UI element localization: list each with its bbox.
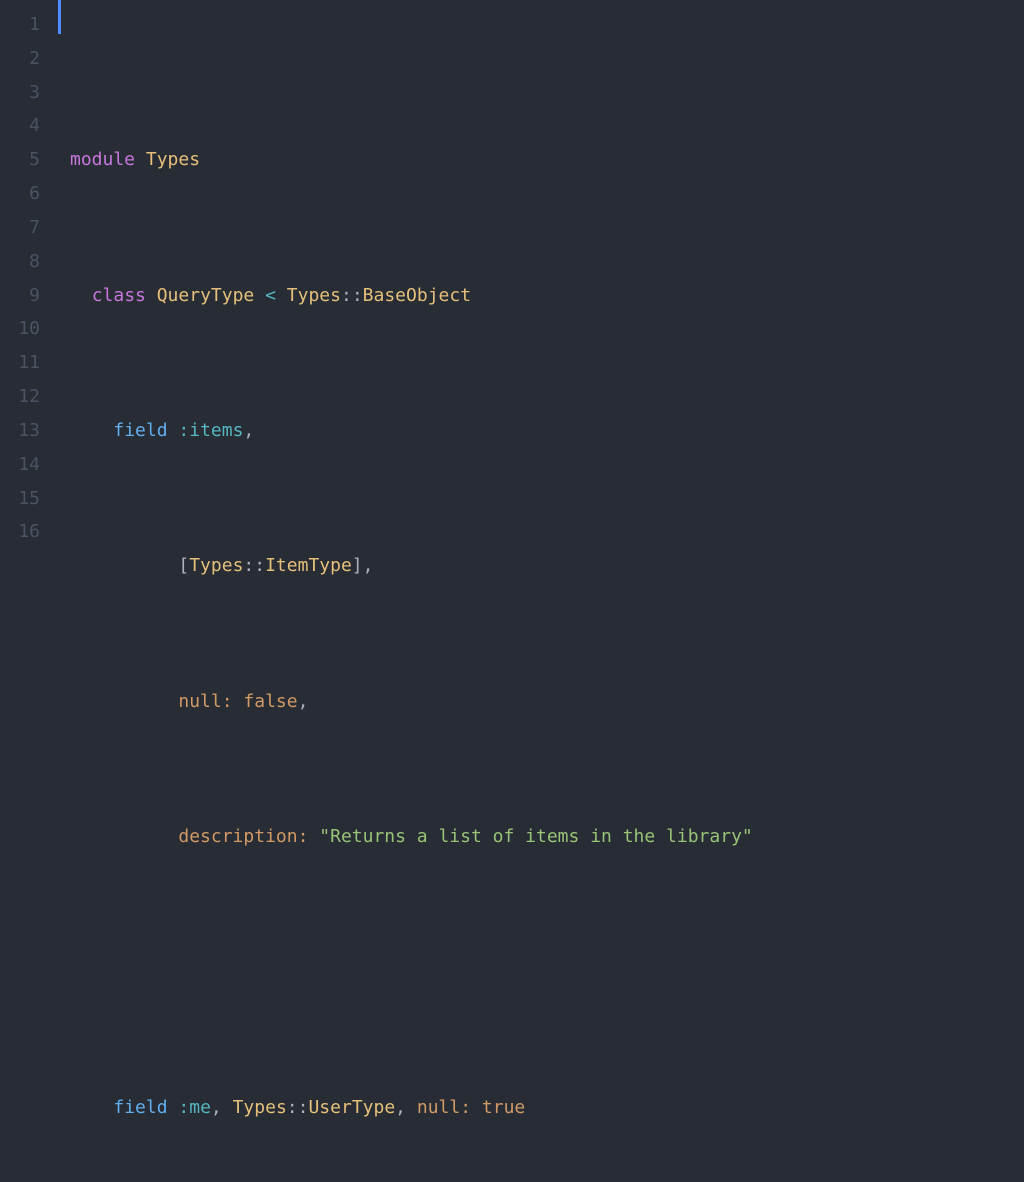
line-number: 5 (0, 143, 40, 177)
line-number: 2 (0, 42, 40, 76)
method-call: field (113, 420, 167, 441)
code-line[interactable]: class QueryType < Types::BaseObject (70, 279, 1024, 313)
argument-label: null: (178, 691, 232, 712)
code-line[interactable]: description: "Returns a list of items in… (70, 820, 1024, 854)
line-number: 10 (0, 312, 40, 346)
symbol: :items (178, 420, 243, 441)
punct: ] (352, 555, 363, 576)
method-call: field (113, 1097, 167, 1118)
constant: Types (189, 555, 243, 576)
argument-label: null: (417, 1097, 471, 1118)
constant: QueryType (157, 285, 255, 306)
punct: [ (178, 555, 189, 576)
punct: , (243, 420, 254, 441)
constant: Types (233, 1097, 287, 1118)
punct: , (395, 1097, 406, 1118)
punct: :: (243, 555, 265, 576)
code-line[interactable]: module Types (70, 143, 1024, 177)
code-line[interactable]: field :me, Types::UserType, null: true (70, 1091, 1024, 1125)
line-number-gutter: 1 2 3 4 5 6 7 8 9 10 11 12 13 14 15 16 (0, 0, 58, 591)
string: "Returns a list of items in the library" (319, 826, 752, 847)
code-line[interactable]: null: false, (70, 685, 1024, 719)
line-number: 8 (0, 245, 40, 279)
line-number: 15 (0, 482, 40, 516)
line-number: 11 (0, 346, 40, 380)
boolean: false (243, 691, 297, 712)
code-line[interactable]: field :items, (70, 414, 1024, 448)
constant: Types (146, 149, 200, 170)
code-line[interactable]: [Types::ItemType], (70, 549, 1024, 583)
punct: :: (341, 285, 363, 306)
constant: Types (287, 285, 341, 306)
symbol: :me (178, 1097, 211, 1118)
code-line[interactable] (70, 955, 1024, 989)
code-editor[interactable]: module Types class QueryType < Types::Ba… (58, 0, 1024, 591)
punct: , (363, 555, 374, 576)
boolean: true (482, 1097, 525, 1118)
line-number: 9 (0, 279, 40, 313)
constant: BaseObject (363, 285, 471, 306)
keyword-module: module (70, 149, 135, 170)
line-number: 1 (0, 8, 40, 42)
argument-label: description: (178, 826, 308, 847)
line-number: 16 (0, 515, 40, 549)
keyword-class: class (92, 285, 146, 306)
constant: ItemType (265, 555, 352, 576)
line-number: 14 (0, 448, 40, 482)
punct: , (298, 691, 309, 712)
line-number: 3 (0, 76, 40, 110)
constant: UserType (308, 1097, 395, 1118)
punct: , (211, 1097, 222, 1118)
line-number: 13 (0, 414, 40, 448)
line-number: 6 (0, 177, 40, 211)
cursor-line-indicator (58, 0, 61, 34)
line-number: 7 (0, 211, 40, 245)
operator: < (265, 285, 276, 306)
line-number: 4 (0, 109, 40, 143)
punct: :: (287, 1097, 309, 1118)
line-number: 12 (0, 380, 40, 414)
